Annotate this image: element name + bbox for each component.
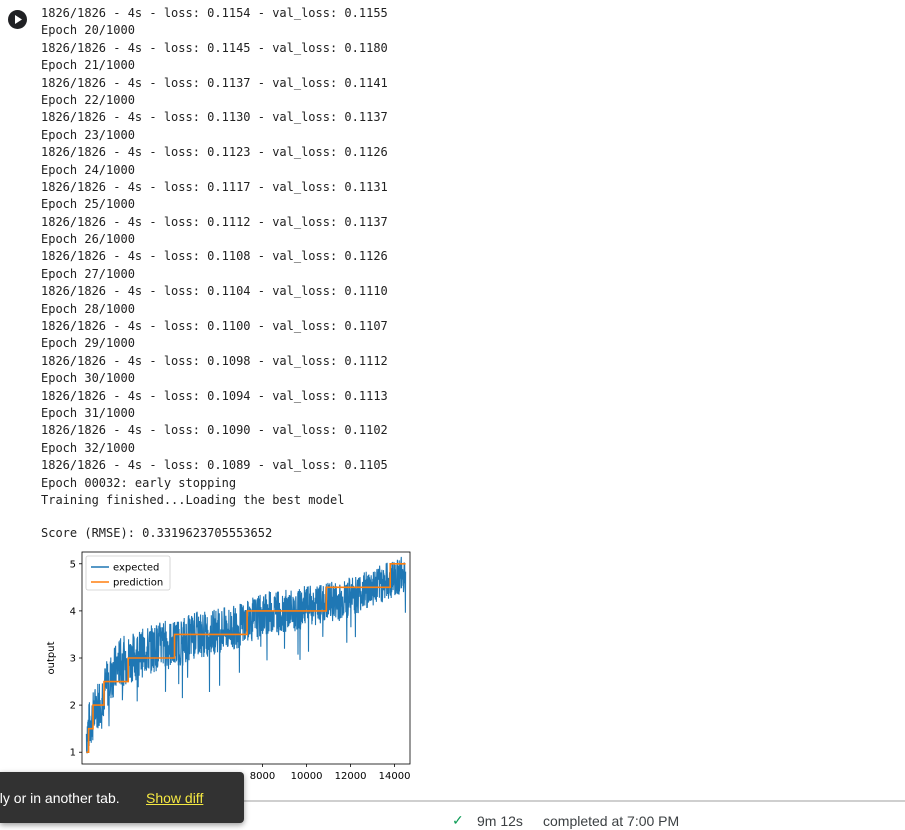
log-line: Epoch 22/1000 (41, 92, 135, 107)
legend-label: expected (113, 563, 159, 574)
output-plot: 1 2 3 4 5 8000 10000 12000 14000 output expected pr… (40, 544, 420, 799)
cell-output: 1826/1826 - 4s - loss: 0.1154 - val_loss… (41, 0, 901, 509)
log-line: 1826/1826 - 4s - loss: 0.1117 - val_loss… (41, 179, 388, 194)
log-line: 1826/1826 - 4s - loss: 0.1137 - val_loss… (41, 75, 388, 90)
log-line: Epoch 24/1000 (41, 162, 135, 177)
snackbar-toast: ely or in another tab. Show diff (0, 772, 244, 823)
check-icon: ✓ (452, 812, 464, 828)
log-line: 1826/1826 - 4s - loss: 0.1094 - val_loss… (41, 388, 388, 403)
log-line: Epoch 25/1000 (41, 197, 135, 212)
log-line: Epoch 00032: early stopping (41, 475, 237, 490)
log-line: 1826/1826 - 4s - loss: 0.1100 - val_loss… (41, 319, 388, 334)
y-tick-label: 5 (70, 559, 76, 570)
completion-status: completed at 7:00 PM (543, 813, 680, 829)
prediction-chart: 1 2 3 4 5 8000 10000 12000 14000 output expected pr… (46, 551, 411, 782)
score-text: Score (RMSE): 0.3319623705553652 (41, 526, 273, 540)
log-line: Epoch 21/1000 (41, 58, 135, 73)
x-tick-label: 10000 (291, 771, 323, 782)
y-tick-label: 2 (70, 701, 76, 712)
log-line: 1826/1826 - 4s - loss: 0.1108 - val_loss… (41, 249, 388, 264)
log-line: Epoch 29/1000 (41, 336, 135, 351)
legend-label: prediction (113, 578, 163, 589)
y-tick-label: 1 (70, 748, 76, 759)
log-line: 1826/1826 - 4s - loss: 0.1145 - val_loss… (41, 40, 388, 55)
y-tick-label: 4 (70, 606, 76, 617)
run-cell-button[interactable] (8, 10, 27, 29)
log-line: Epoch 23/1000 (41, 127, 135, 142)
log-line: Epoch 32/1000 (41, 440, 135, 455)
log-line: 1826/1826 - 4s - loss: 0.1123 - val_loss… (41, 145, 388, 160)
log-line: 1826/1826 - 4s - loss: 0.1154 - val_loss… (41, 6, 388, 20)
log-line: 1826/1826 - 4s - loss: 0.1130 - val_loss… (41, 110, 388, 125)
x-tick-label: 12000 (335, 771, 367, 782)
y-axis-label: output (46, 641, 57, 674)
log-line: Epoch 26/1000 (41, 232, 135, 247)
show-diff-link[interactable]: Show diff (146, 790, 203, 806)
x-tick-label: 8000 (250, 771, 275, 782)
log-line: 1826/1826 - 4s - loss: 0.1104 - val_loss… (41, 284, 388, 299)
log-line: 1826/1826 - 4s - loss: 0.1112 - val_loss… (41, 214, 388, 229)
log-line: Training finished...Loading the best mod… (41, 492, 345, 507)
log-line: 1826/1826 - 4s - loss: 0.1098 - val_loss… (41, 353, 388, 368)
log-line: Epoch 28/1000 (41, 301, 135, 316)
log-line: 1826/1826 - 4s - loss: 0.1089 - val_loss… (41, 458, 388, 473)
training-log: 1826/1826 - 4s - loss: 0.1154 - val_loss… (41, 5, 901, 509)
log-line: 1826/1826 - 4s - loss: 0.1090 - val_loss… (41, 423, 388, 438)
y-tick-label: 3 (70, 654, 76, 665)
log-line: Epoch 27/1000 (41, 266, 135, 281)
play-icon (15, 15, 22, 24)
log-line: Epoch 31/1000 (41, 405, 135, 420)
elapsed-time: 9m 12s (477, 813, 523, 829)
toast-message: ely or in another tab. (0, 790, 120, 806)
log-line: Epoch 30/1000 (41, 371, 135, 386)
x-tick-label: 14000 (379, 771, 411, 782)
log-line: Epoch 20/1000 (41, 23, 135, 38)
